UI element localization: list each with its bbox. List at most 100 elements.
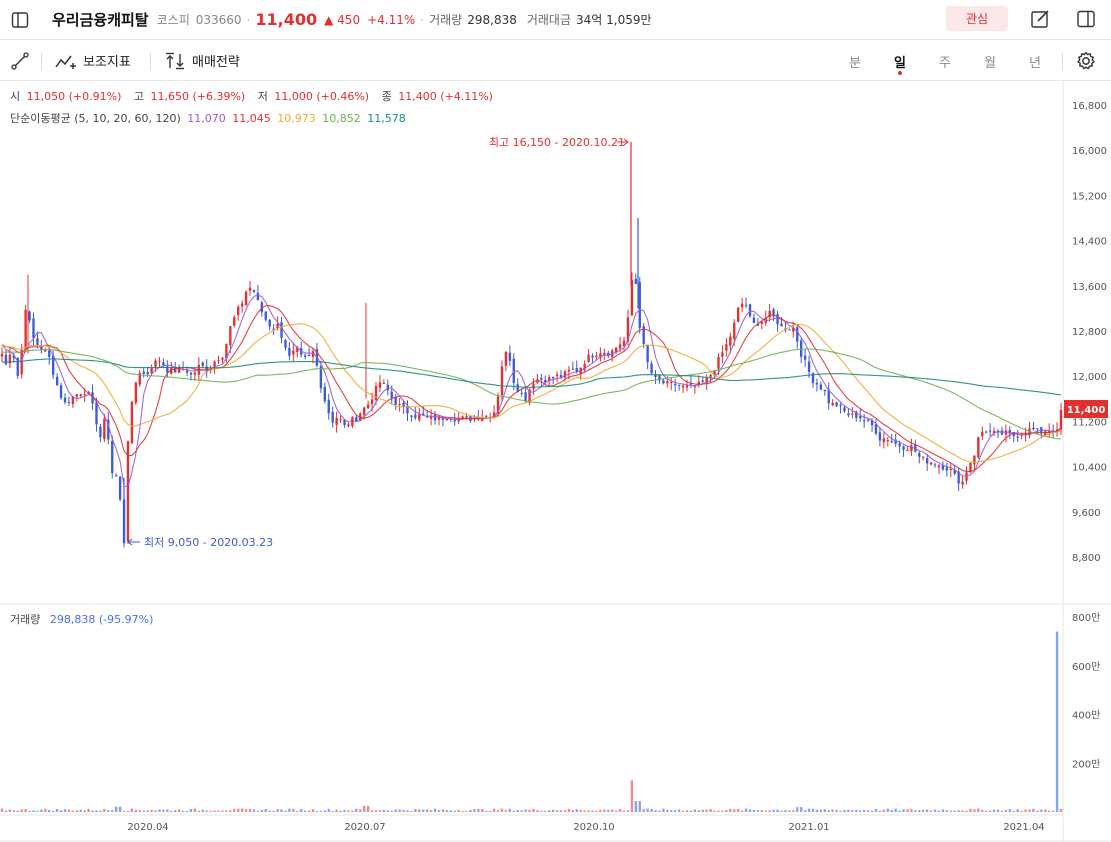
volume-bar [229,810,232,812]
volume-bar [697,810,700,812]
period-minute[interactable]: 분 [843,52,867,71]
period-week[interactable]: 주 [933,52,957,71]
volume-bar [300,808,303,812]
volume-bar [351,810,354,812]
volume-bar [988,810,992,812]
volume-bar [1008,809,1012,812]
candle-body [815,382,819,385]
volume-bar [823,809,826,812]
candle-body [555,374,559,376]
volume-bar [898,810,901,812]
candle-body [862,420,866,422]
volume-bar [103,808,106,812]
volume-bar [1004,809,1008,812]
period-year[interactable]: 년 [1023,52,1047,71]
volume-bar [937,810,941,812]
candle-body [729,336,732,346]
volume-bar [815,809,819,812]
price-tick-label: 13,600 [1072,282,1107,293]
volume-bar [945,810,949,812]
candle-body [725,344,728,351]
volume-bar [205,810,208,812]
volume-bar [544,810,547,812]
volume-bar [811,808,815,812]
amount-value: 34억 1,059만 [576,13,652,27]
candle-body [717,356,720,369]
volume-bar [0,808,4,812]
candle-body [307,354,311,357]
volume-bar [40,809,43,812]
candle-body [284,339,287,348]
volume-bar [843,809,846,812]
candle-body [677,384,681,386]
volume-bar [83,810,86,812]
current-price: 11,400 [255,10,318,29]
drawing-tool-icon[interactable] [10,40,30,81]
volume-bar [339,810,342,812]
volume-info: 거래량 298,838 (-95.97%) [10,611,153,627]
volume-bar [437,810,441,812]
sidebar-toggle-icon[interactable] [0,0,40,40]
volume-bar [63,809,67,812]
edit-icon[interactable] [1025,4,1055,34]
volume-bar [973,809,976,812]
candle-body [485,415,488,417]
candle-body [685,385,689,388]
favorite-button[interactable]: 관심 [946,6,1008,31]
volume-bar [170,810,173,812]
high-annotation: 최고 16,150 - 2020.10.21 [489,136,625,149]
price-tick-label: 10,400 [1072,463,1107,474]
candle-body [414,414,417,418]
candle-body [453,419,456,422]
volume-bar [217,810,220,812]
volume-bar [44,808,47,812]
volume-bar [677,809,681,812]
candle-body [823,389,826,392]
volume-bar [859,810,862,812]
candle-body [1036,428,1039,430]
volume-bar [508,808,512,812]
candle-body [524,392,527,402]
candle-body [890,441,893,443]
panel-toggle-icon[interactable] [1071,4,1101,34]
volume-bar [225,810,228,812]
candle-body [985,431,988,433]
price-axis: 16,800 16,000 15,200 14,400 13,600 12,800 12,0… [1072,101,1107,564]
volume-bar [910,808,913,812]
volume-bar [992,809,996,812]
period-month[interactable]: 월 [978,52,1002,71]
volume-bar [174,810,177,812]
volume-bar [59,810,63,812]
settings-icon[interactable] [1075,40,1097,81]
strategy-button[interactable]: 매매전략 [164,40,240,81]
volume-bar [807,808,811,812]
volume-bar [114,806,118,812]
toolbar-divider [1062,52,1063,70]
volume-bar [520,810,523,812]
volume-bar [733,809,736,812]
volume-bar [4,810,8,812]
candle-body [945,467,949,471]
candle-body [949,468,952,470]
volume-bar [28,810,31,812]
candle-body [918,452,921,457]
toolbar-divider [150,52,151,70]
price-chart[interactable]: 16,800 16,000 15,200 14,400 13,600 12,800 12,0… [0,81,1111,842]
volume-bar [666,809,669,812]
volume-bar [201,809,204,812]
volume-bar [445,809,449,812]
candle-body [154,360,157,367]
volume-bar [504,810,508,812]
market-name: 코스피 [156,13,190,27]
candle-body [922,456,925,458]
header: 우리금융캐피탈 코스피 033660 · 11,400 ▲ 450 +4.11%… [0,0,1111,40]
volume-bar [796,807,799,812]
price-tick-label: 9,600 [1072,508,1101,519]
candle-body [248,287,252,291]
volume-bar [347,810,350,812]
indicator-button[interactable]: 보조지표 [55,40,131,81]
period-day[interactable]: 일 [888,52,912,71]
volume-bar [51,810,55,812]
volume-bar [91,810,94,812]
volume-bar [343,809,346,812]
